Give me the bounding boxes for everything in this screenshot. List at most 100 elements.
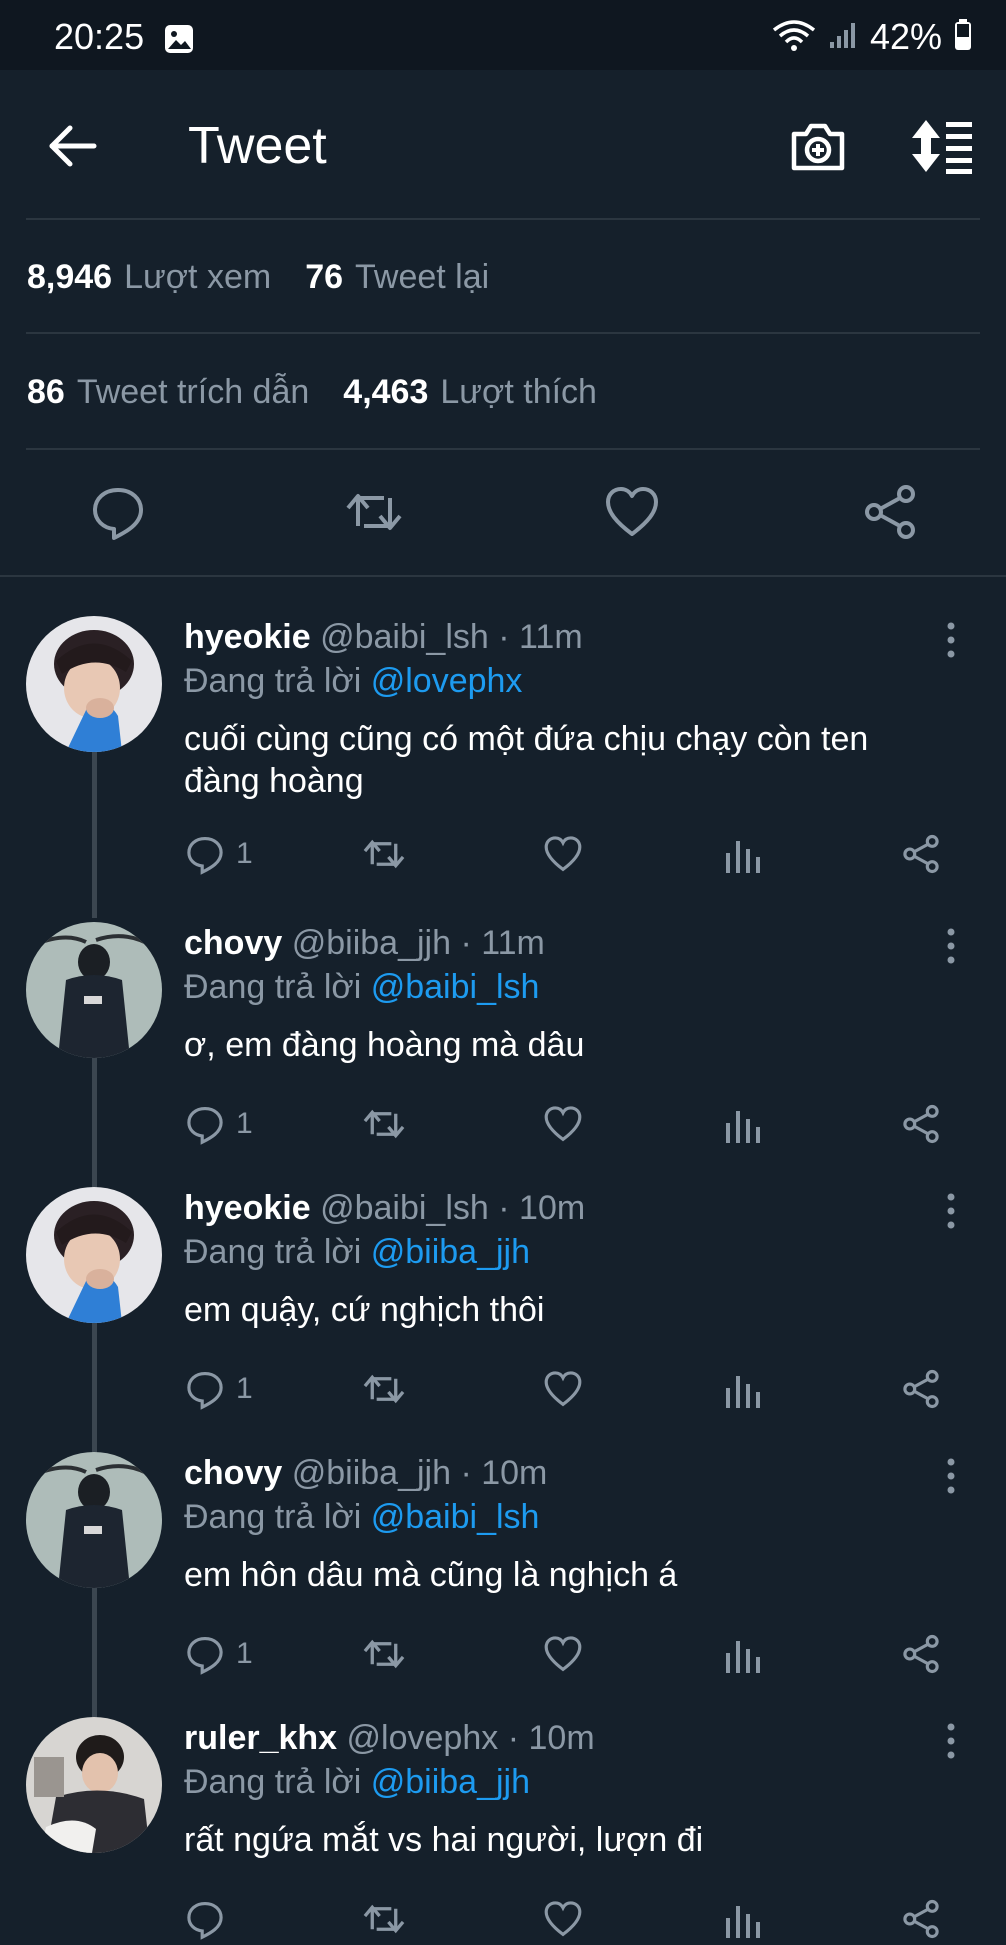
heart-icon <box>544 1901 582 1937</box>
timestamp: 11m <box>519 618 583 656</box>
thread-line <box>92 1056 97 1188</box>
reply-text: em quậy, cứ nghịch thôi <box>184 1291 545 1329</box>
retweet-button[interactable] <box>362 1895 406 1943</box>
bar-chart-icon <box>726 1906 760 1938</box>
display-name[interactable]: hyeokie <box>184 1189 311 1227</box>
share-button[interactable] <box>900 1365 942 1413</box>
like-button[interactable] <box>542 1365 584 1413</box>
bar-chart-icon <box>726 1376 760 1408</box>
avatar[interactable] <box>26 1187 162 1323</box>
analytics-button[interactable] <box>722 1630 762 1678</box>
share-icon <box>903 1369 939 1409</box>
reply-button[interactable] <box>184 1895 236 1943</box>
reply-button[interactable]: 1 <box>184 1630 253 1678</box>
camera-plus-icon <box>791 123 845 171</box>
views-label: Lượt xem <box>124 258 272 296</box>
like-button[interactable] <box>542 830 584 878</box>
likes-label[interactable]: Lượt thích <box>440 373 597 412</box>
retweet-button[interactable] <box>362 830 406 878</box>
replying-to: Đang trả lời @baibi_lsh <box>184 968 539 1007</box>
replying-label: Đang trả lời <box>184 1763 362 1801</box>
retweet-button[interactable] <box>344 482 404 542</box>
replying-label: Đang trả lời <box>184 662 362 700</box>
share-button[interactable] <box>900 1100 942 1148</box>
more-options-button[interactable] <box>936 620 966 660</box>
back-button[interactable] <box>40 114 104 178</box>
retweet-button[interactable] <box>362 1630 406 1678</box>
retweet-icon <box>346 494 402 530</box>
avatar[interactable] <box>26 922 162 1058</box>
likes-count[interactable]: 4,463 <box>343 373 428 412</box>
quotes-label[interactable]: Tweet trích dẫn <box>77 373 309 412</box>
separator-dot: · <box>498 618 510 656</box>
avatar[interactable] <box>26 1717 162 1853</box>
analytics-button[interactable] <box>722 830 762 878</box>
avatar[interactable] <box>26 616 162 752</box>
like-button[interactable] <box>542 1895 584 1943</box>
share-button[interactable] <box>900 1895 942 1943</box>
retweet-button[interactable] <box>362 1100 406 1148</box>
display-name[interactable]: chovy <box>184 1454 282 1492</box>
display-name[interactable]: ruler_khx <box>184 1719 337 1757</box>
separator-dot: · <box>507 1719 520 1757</box>
avatar[interactable] <box>26 1452 162 1588</box>
divider <box>0 575 1006 577</box>
mention-link[interactable]: @lovephx <box>371 662 523 700</box>
display-name[interactable]: chovy <box>184 924 282 962</box>
reply-button[interactable]: 1 <box>184 1365 253 1413</box>
more-vertical-icon <box>947 928 955 964</box>
quotes-count[interactable]: 86 <box>27 373 65 412</box>
comment-icon <box>187 837 223 875</box>
more-options-button[interactable] <box>936 926 966 966</box>
reply-header: hyeokie @baibi_lsh · 10m <box>184 1189 585 1228</box>
wifi-icon <box>772 18 816 57</box>
replying-to: Đang trả lời @lovephx <box>184 662 522 701</box>
user-handle[interactable]: @lovephx <box>347 1719 499 1757</box>
retweets-count[interactable]: 76 <box>305 258 343 297</box>
user-handle[interactable]: @biiba_jjh <box>292 1454 451 1492</box>
divider <box>26 448 980 450</box>
replying-to: Đang trả lời @biiba_jjh <box>184 1233 530 1272</box>
heart-icon <box>544 1371 582 1407</box>
retweet-icon <box>363 1374 405 1404</box>
battery-percent: 42% <box>869 16 942 57</box>
mention-link[interactable]: @biiba_jjh <box>371 1763 530 1801</box>
reply-button[interactable]: 1 <box>184 830 253 878</box>
more-options-button[interactable] <box>936 1721 966 1761</box>
camera-button[interactable] <box>786 114 850 178</box>
reply-button[interactable]: 1 <box>184 1100 253 1148</box>
reply-header: chovy @biiba_jjh · 11m <box>184 924 545 963</box>
retweets-label[interactable]: Tweet lại <box>355 258 489 297</box>
user-handle[interactable]: @baibi_lsh <box>320 1189 489 1227</box>
retweet-button[interactable] <box>362 1365 406 1413</box>
like-button[interactable] <box>542 1630 584 1678</box>
arrow-left-icon <box>49 125 97 167</box>
like-button[interactable] <box>542 1100 584 1148</box>
heart-icon <box>606 487 658 536</box>
more-options-button[interactable] <box>936 1456 966 1496</box>
battery-icon <box>954 18 972 56</box>
reply-header: ruler_khx @lovephx · 10m <box>184 1719 595 1758</box>
mention-link[interactable]: @baibi_lsh <box>371 1498 540 1536</box>
reply-text: cuối cùng cũng có một đứa chịu chạy còn … <box>184 720 869 800</box>
reply-actions: 1 <box>184 1630 964 1680</box>
analytics-button[interactable] <box>722 1365 762 1413</box>
gallery-notification-icon <box>164 24 194 59</box>
share-button[interactable] <box>860 482 920 542</box>
mention-link[interactable]: @baibi_lsh <box>371 968 540 1006</box>
share-button[interactable] <box>900 830 942 878</box>
sort-replies-button[interactable] <box>906 114 976 178</box>
mention-link[interactable]: @biiba_jjh <box>371 1233 530 1271</box>
share-button[interactable] <box>900 1630 942 1678</box>
display-name[interactable]: hyeokie <box>184 618 311 656</box>
more-options-button[interactable] <box>936 1191 966 1231</box>
analytics-button[interactable] <box>722 1895 762 1943</box>
share-icon <box>903 1104 939 1144</box>
reply-text: ơ, em đàng hoàng mà dâu <box>184 1026 585 1064</box>
analytics-button[interactable] <box>722 1100 762 1148</box>
reply-button[interactable] <box>88 482 148 542</box>
more-vertical-icon <box>947 1458 955 1494</box>
user-handle[interactable]: @baibi_lsh <box>320 618 489 656</box>
user-handle[interactable]: @biiba_jjh <box>292 924 451 962</box>
like-button[interactable] <box>602 482 662 542</box>
